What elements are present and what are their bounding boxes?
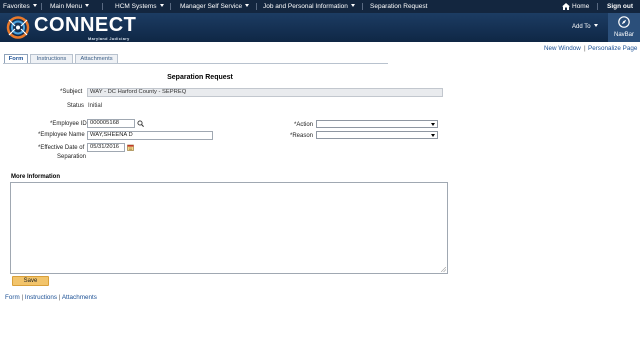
footer-separator: | — [58, 294, 61, 301]
chevron-down-icon — [32, 4, 37, 7]
footer-attachments-link[interactable]: Attachments — [62, 294, 97, 301]
sign-out-link[interactable]: Sign out — [607, 2, 633, 11]
effective-date-input[interactable]: 05/31/2016 — [87, 143, 125, 152]
action-select[interactable] — [316, 120, 438, 128]
menu-favorites[interactable]: Favorites — [3, 2, 37, 11]
new-window-link[interactable]: New Window — [544, 45, 581, 52]
link-separator: | — [584, 45, 586, 52]
employee-id-input[interactable]: 000005168 — [87, 119, 135, 128]
menu-main-menu[interactable]: Main Menu — [50, 2, 90, 11]
subject-field: WAY - DC Harford County - SEPREQ — [87, 88, 443, 97]
header-banner: CONNECT Maryland Judiciary Add To NavBar — [0, 13, 640, 42]
status-label: Status — [67, 103, 85, 109]
brand-subtitle: Maryland Judiciary — [88, 37, 130, 41]
reason-label: *Reason — [290, 133, 314, 139]
menu-favorites-label: Favorites — [3, 3, 30, 10]
footer-form-link[interactable]: Form — [5, 294, 20, 301]
connect-logo-icon — [6, 16, 30, 39]
action-label: *Action — [294, 122, 314, 128]
footer-instructions-link[interactable]: Instructions — [25, 294, 57, 301]
chevron-down-icon — [85, 4, 90, 7]
reason-select[interactable] — [316, 131, 438, 139]
resize-grip-icon[interactable] — [441, 267, 446, 272]
navbar-label: NavBar — [613, 32, 634, 38]
employee-id-label: *Employee ID — [50, 121, 87, 127]
status-value: Initial — [88, 103, 103, 109]
menu-job-personal-info[interactable]: Job and Personal Information — [263, 2, 355, 11]
nav-divider — [256, 3, 257, 10]
employee-name-label: *Employee Name — [38, 132, 85, 138]
chevron-down-icon — [431, 123, 435, 126]
footer-separator: | — [21, 294, 24, 301]
chevron-down-icon — [245, 4, 250, 7]
nav-divider — [362, 3, 363, 10]
search-icon[interactable] — [137, 120, 144, 127]
chevron-down-icon — [431, 134, 435, 137]
nav-divider — [597, 3, 598, 10]
breadcrumb-current: Separation Request — [370, 3, 428, 10]
menu-main-menu-label: Main Menu — [50, 3, 83, 10]
nav-divider — [41, 3, 42, 10]
compass-icon — [618, 16, 630, 28]
menu-hcm-systems[interactable]: HCM Systems — [115, 2, 164, 11]
add-to-menu[interactable]: Add To — [572, 24, 598, 30]
employee-name-input[interactable]: WAY,SHEENA D — [87, 131, 213, 140]
chevron-down-icon — [593, 24, 598, 27]
menu-manager-self-service[interactable]: Manager Self Service — [180, 2, 250, 11]
menu-manager-self-service-label: Manager Self Service — [180, 3, 243, 10]
more-information-label: More Information — [11, 174, 60, 180]
menu-hcm-systems-label: HCM Systems — [115, 3, 157, 10]
home-icon[interactable] — [562, 3, 570, 10]
personalize-page-link[interactable]: Personalize Page — [588, 45, 637, 52]
tab-underline — [3, 63, 388, 64]
footer-links: Form | Instructions | Attachments — [5, 294, 97, 301]
add-to-label: Add To — [572, 24, 591, 30]
nav-divider — [170, 3, 171, 10]
page-title: Separation Request — [167, 74, 233, 81]
chevron-down-icon — [159, 4, 164, 7]
nav-divider — [102, 3, 103, 10]
brand-name: CONNECT — [34, 14, 137, 36]
subject-label: *Subject — [60, 89, 83, 95]
effective-date-label-line2: Separation — [57, 154, 87, 160]
effective-date-label: *Effective Date of — [38, 145, 85, 151]
save-button[interactable]: Save — [12, 276, 49, 286]
chevron-down-icon — [350, 4, 355, 7]
top-navigation-bar: Favorites Main Menu HCM Systems Manager … — [0, 0, 640, 13]
more-information-textarea[interactable] — [10, 182, 448, 274]
calendar-icon[interactable] — [127, 144, 134, 151]
home-link[interactable]: Home — [572, 2, 589, 11]
navbar-button[interactable]: NavBar — [608, 13, 640, 42]
menu-job-personal-info-label: Job and Personal Information — [263, 3, 348, 10]
